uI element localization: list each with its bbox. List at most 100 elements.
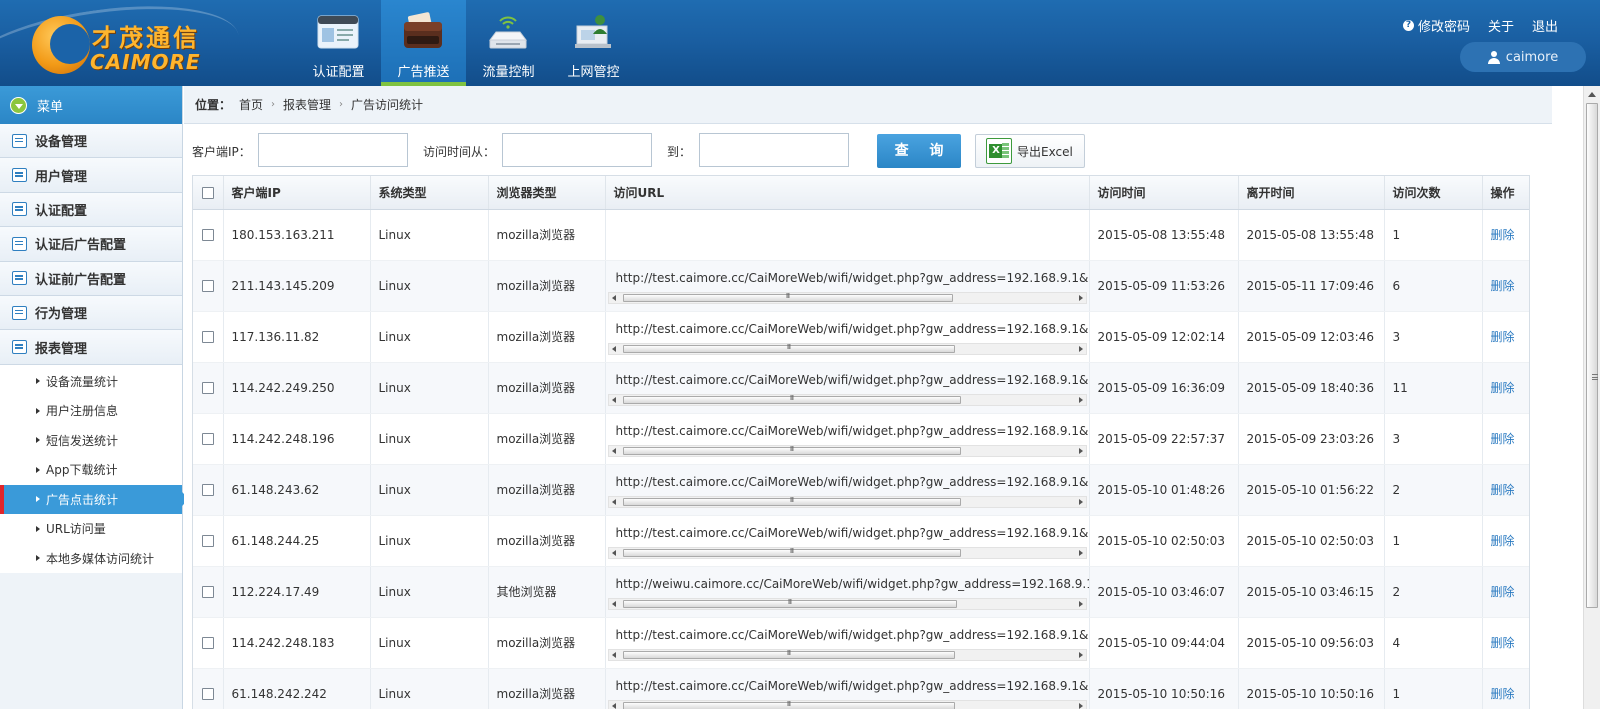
row-checkbox[interactable]	[201, 331, 214, 343]
url-scrollbar[interactable]	[607, 444, 1087, 457]
row-checkbox[interactable]	[201, 637, 214, 649]
sidebar-subitem-device-traffic[interactable]: 设备流量统计	[0, 367, 182, 397]
query-button[interactable]: 查 询	[877, 134, 961, 168]
sidebar-item-device-management[interactable]: 设备管理	[0, 124, 182, 159]
row-checkbox[interactable]	[201, 382, 214, 394]
sidebar-subitem-url-visits[interactable]: URL访问量	[0, 514, 182, 544]
sidebar-item-behavior-management[interactable]: 行为管理	[0, 295, 182, 331]
url-scrollbar[interactable]	[607, 342, 1087, 355]
delete-link[interactable]: 删除	[1491, 330, 1515, 344]
sidebar-subitem-local-media[interactable]: 本地多媒体访问统计	[0, 544, 182, 574]
scroll-right-icon[interactable]	[1078, 345, 1083, 352]
export-excel-button[interactable]: 导出Excel	[975, 134, 1085, 168]
delete-link[interactable]: 删除	[1491, 636, 1515, 650]
col-url[interactable]: 访问URL	[605, 176, 1090, 210]
nav-auth-config[interactable]: 认证配置	[296, 0, 381, 86]
url-scrollbar[interactable]	[607, 393, 1087, 406]
url-scrollbar[interactable]	[607, 495, 1087, 508]
row-checkbox[interactable]	[201, 688, 214, 700]
about-link[interactable]: 关于	[1488, 16, 1514, 35]
delete-link[interactable]: 删除	[1491, 432, 1515, 446]
scroll-right-icon[interactable]	[1078, 702, 1083, 709]
logo-cn-text: 才茂通信	[92, 24, 200, 52]
scroll-left-icon[interactable]	[611, 345, 616, 352]
scrollbar-thumb[interactable]	[1586, 103, 1598, 608]
breadcrumb-home[interactable]: 首页	[239, 96, 263, 113]
scroll-right-icon[interactable]	[1078, 447, 1083, 454]
delete-link[interactable]: 删除	[1491, 228, 1515, 242]
row-checkbox[interactable]	[201, 280, 214, 292]
client-ip-input[interactable]	[258, 133, 408, 167]
row-checkbox[interactable]	[201, 433, 214, 445]
delete-link[interactable]: 删除	[1491, 687, 1515, 701]
scrollbar-thumb[interactable]	[622, 395, 961, 404]
delete-link[interactable]: 删除	[1491, 585, 1515, 599]
url-text: http://weiwu.caimore.cc/CaiMoreWeb/wifi/…	[615, 576, 1089, 591]
scrollbar-thumb[interactable]	[622, 599, 957, 608]
scroll-left-icon[interactable]	[611, 396, 616, 403]
col-client-ip[interactable]: 客户端IP	[223, 176, 371, 210]
sidebar-subitem-user-registration[interactable]: 用户注册信息	[0, 396, 182, 426]
sidebar-item-report-management[interactable]: 报表管理	[0, 330, 182, 365]
select-all-checkbox[interactable]	[201, 186, 214, 199]
scrollbar-thumb[interactable]	[622, 293, 953, 302]
scroll-left-icon[interactable]	[611, 651, 616, 658]
scroll-right-icon[interactable]	[1078, 651, 1083, 658]
col-browser-type[interactable]: 浏览器类型	[488, 176, 606, 210]
scrollbar-thumb[interactable]	[622, 497, 961, 506]
scroll-left-icon[interactable]	[611, 498, 616, 505]
breadcrumb-reports[interactable]: 报表管理	[283, 96, 331, 113]
col-leave-time[interactable]: 离开时间	[1238, 176, 1385, 210]
scrollbar-thumb[interactable]	[622, 701, 955, 709]
nav-internet-control[interactable]: 上网管控	[551, 0, 636, 86]
scroll-right-icon[interactable]	[1078, 396, 1083, 403]
delete-link[interactable]: 删除	[1491, 534, 1515, 548]
sidebar-item-auth-config[interactable]: 认证配置	[0, 192, 182, 228]
page-scrollbar[interactable]	[1583, 86, 1600, 709]
scroll-left-icon[interactable]	[611, 447, 616, 454]
nav-ad-push[interactable]: 广告推送	[381, 0, 466, 86]
visit-from-input[interactable]	[502, 133, 652, 167]
logout-link[interactable]: 退出	[1532, 16, 1558, 35]
sidebar-item-post-auth-ad[interactable]: 认证后广告配置	[0, 227, 182, 262]
col-visit-count[interactable]: 访问次数	[1384, 176, 1483, 210]
url-cell: http://test.caimore.cc/CaiMoreWeb/wifi/w…	[605, 260, 1090, 312]
scroll-up-icon[interactable]	[1588, 92, 1596, 97]
row-checkbox[interactable]	[201, 229, 214, 241]
scroll-left-icon[interactable]	[611, 294, 616, 301]
scroll-left-icon[interactable]	[611, 702, 616, 709]
menu-header[interactable]: 菜单	[0, 86, 182, 124]
delete-link[interactable]: 删除	[1491, 483, 1515, 497]
url-scrollbar[interactable]	[607, 597, 1087, 610]
url-scrollbar[interactable]	[607, 546, 1087, 559]
row-checkbox[interactable]	[201, 484, 214, 496]
col-visit-time[interactable]: 访问时间	[1089, 176, 1239, 210]
scroll-right-icon[interactable]	[1078, 549, 1083, 556]
scrollbar-thumb[interactable]	[622, 548, 961, 557]
scroll-right-icon[interactable]	[1078, 498, 1083, 505]
sidebar-subitem-ad-clicks[interactable]: 广告点击统计	[0, 484, 189, 515]
delete-link[interactable]: 删除	[1491, 381, 1515, 395]
sidebar-item-user-management[interactable]: 用户管理	[0, 158, 182, 193]
sidebar-subitem-sms-stats[interactable]: 短信发送统计	[0, 426, 182, 456]
change-password-link[interactable]: ? 修改密码	[1402, 16, 1470, 35]
scroll-left-icon[interactable]	[611, 549, 616, 556]
col-os-type[interactable]: 系统类型	[370, 176, 489, 210]
scroll-right-icon[interactable]	[1078, 294, 1083, 301]
visit-to-input[interactable]	[699, 133, 849, 167]
user-badge[interactable]: caimore	[1460, 42, 1586, 72]
nav-traffic-control[interactable]: 流量控制	[466, 0, 551, 86]
scrollbar-thumb[interactable]	[622, 344, 955, 353]
scrollbar-thumb[interactable]	[622, 650, 955, 659]
url-scrollbar[interactable]	[607, 291, 1087, 304]
row-checkbox[interactable]	[201, 535, 214, 547]
url-scrollbar[interactable]	[607, 699, 1087, 709]
url-scrollbar[interactable]	[607, 648, 1087, 661]
scroll-right-icon[interactable]	[1078, 600, 1083, 607]
row-checkbox[interactable]	[201, 586, 214, 598]
scroll-left-icon[interactable]	[611, 600, 616, 607]
sidebar-subitem-app-downloads[interactable]: App下载统计	[0, 455, 182, 485]
sidebar-item-pre-auth-ad[interactable]: 认证前广告配置	[0, 261, 182, 296]
delete-link[interactable]: 删除	[1491, 279, 1515, 293]
scrollbar-thumb[interactable]	[622, 446, 961, 455]
